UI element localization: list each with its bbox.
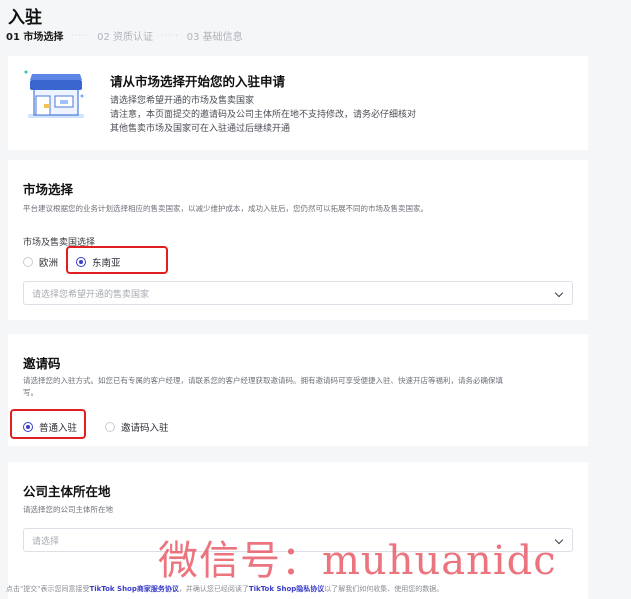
privacy-policy-link[interactable]: TikTok Shop隐私协议 [249,585,324,593]
intro-line: 其他售卖市场及国家可在入驻通过后继续开通 [110,124,291,134]
radio-icon[interactable] [23,257,33,267]
intro-title: 请从市场选择开始您的入驻申请 [110,74,286,89]
market-description: 平台建议根据您的业务计划选择相应的售卖国家，以减少维护成本，成功入驻后，您仍然可… [23,204,428,213]
step-separator: ····· [71,30,90,40]
company-heading: 公司主体所在地 [23,484,111,499]
market-selection-card: 市场选择 平台建议根据您的业务计划选择相应的售卖国家，以减少维护成本，成功入驻后… [8,160,588,320]
steps-indicator: 01 市场选择 ····· 02 资质认证 ····· 03 基础信息 [6,28,243,43]
invite-code-card: 邀请码 请选择您的入驻方式。如您已有专属的客户经理，请联系您的客户经理获取邀请码… [8,334,588,446]
storefront-icon [24,70,84,118]
highlight-box [66,246,168,274]
footer-text: 以了解我们如何收集、使用您的数据。 [324,585,444,593]
select-placeholder: 请选择 [32,536,60,547]
country-select[interactable]: 请选择您希望开通的售卖国家 [23,281,573,305]
watermark: 微信号：muhuanidc [158,538,557,584]
chevron-down-icon [554,288,564,298]
page-title: 入驻 [8,8,42,28]
market-heading: 市场选择 [23,182,74,197]
radio-invite-entry[interactable]: 邀请码入驻 [105,420,169,434]
radio-europe[interactable]: 欧洲 [23,255,58,269]
invite-description-cont: 写。 [23,388,38,397]
step-qualification[interactable]: 02 资质认证 [97,28,153,43]
intro-line: 请选择您希望开通的市场及售卖国家 [110,96,255,106]
step-basic-info[interactable]: 03 基础信息 [187,28,243,43]
radio-icon[interactable] [105,422,115,432]
radio-label: 邀请码入驻 [121,423,169,434]
intro-card: 请从市场选择开始您的入驻申请 请选择您希望开通的市场及售卖国家 请注意，本页面提… [8,56,588,150]
intro-line: 请注意，本页面提交的邀请码及公司主体所在地不支持修改，请务必仔细核对 [110,110,417,120]
select-placeholder: 请选择您希望开通的售卖国家 [32,289,150,300]
merchant-agreement-link[interactable]: TikTok Shop商家服务协议 [89,585,178,593]
highlight-box [10,409,86,439]
step-separator: ····· [161,30,179,40]
invite-description: 请选择您的入驻方式。如您已有专属的客户经理，请联系您的客户经理获取邀请码。拥有邀… [23,376,503,385]
footer-text: 点击"提交"表示您同意接受 [6,585,90,593]
step-market-selection[interactable]: 01 市场选择 [6,28,63,43]
radio-label: 欧洲 [39,258,59,269]
footer-text: ，并确认您已经阅读了 [178,585,249,593]
company-description: 请选择您的公司主体所在地 [23,505,113,514]
invite-heading: 邀请码 [23,356,61,371]
